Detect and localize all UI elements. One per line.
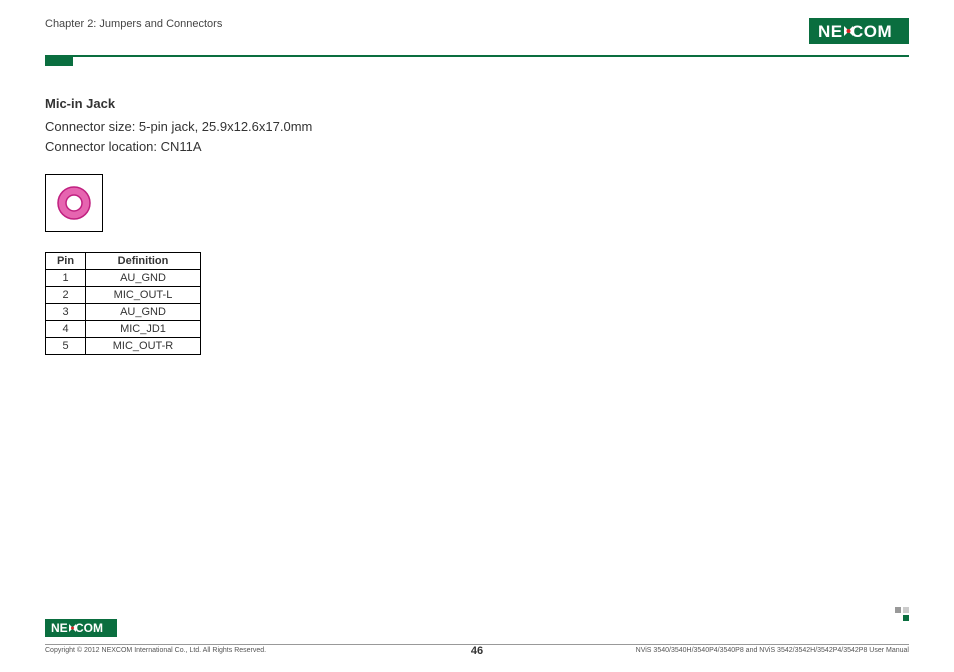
svg-text:COM: COM xyxy=(75,621,103,635)
table-row: 2 MIC_OUT-L xyxy=(46,287,201,304)
manual-title: NViS 3540/3540H/3540P4/3540P8 and NViS 3… xyxy=(636,647,909,654)
main-content: Mic-in Jack Connector size: 5-pin jack, … xyxy=(0,66,954,355)
page-header: Chapter 2: Jumpers and Connectors NE COM xyxy=(0,0,954,49)
svg-text:NE: NE xyxy=(818,22,843,41)
connector-location-text: Connector location: CN11A xyxy=(45,137,909,157)
svg-text:COM: COM xyxy=(851,22,892,41)
header-divider xyxy=(45,55,909,57)
pin-cell: 4 xyxy=(46,321,86,338)
table-row: 5 MIC_OUT-R xyxy=(46,338,201,355)
footer-row: Copyright © 2012 NEXCOM International Co… xyxy=(45,647,909,654)
section-title: Mic-in Jack xyxy=(45,96,909,111)
table-row: 1 AU_GND xyxy=(46,270,201,287)
page-footer: NE COM Copyright © 2012 NEXCOM Internati… xyxy=(45,619,909,654)
pin-cell: 5 xyxy=(46,338,86,355)
connector-size-text: Connector size: 5-pin jack, 25.9x12.6x17… xyxy=(45,117,909,137)
audio-jack-icon xyxy=(54,183,94,223)
table-header-row: Pin Definition xyxy=(46,253,201,270)
pin-cell: 3 xyxy=(46,304,86,321)
copyright-text: Copyright © 2012 NEXCOM International Co… xyxy=(45,647,266,654)
svg-text:NE: NE xyxy=(51,621,68,635)
jack-diagram xyxy=(45,174,103,232)
definition-cell: MIC_JD1 xyxy=(86,321,201,338)
definition-cell: AU_GND xyxy=(86,270,201,287)
pin-definition-table: Pin Definition 1 AU_GND 2 MIC_OUT-L 3 AU… xyxy=(45,252,201,355)
chapter-title: Chapter 2: Jumpers and Connectors xyxy=(45,18,222,30)
header-definition: Definition xyxy=(86,253,201,270)
brand-logo-bottom: NE COM xyxy=(45,619,909,642)
brand-logo-top: NE COM xyxy=(809,18,909,49)
definition-cell: MIC_OUT-R xyxy=(86,338,201,355)
pin-cell: 1 xyxy=(46,270,86,287)
header-tab-decoration xyxy=(45,56,73,66)
header-pin: Pin xyxy=(46,253,86,270)
pin-cell: 2 xyxy=(46,287,86,304)
page-number: 46 xyxy=(471,645,483,657)
footer-decoration-icon xyxy=(895,607,909,623)
definition-cell: MIC_OUT-L xyxy=(86,287,201,304)
table-row: 4 MIC_JD1 xyxy=(46,321,201,338)
definition-cell: AU_GND xyxy=(86,304,201,321)
table-row: 3 AU_GND xyxy=(46,304,201,321)
